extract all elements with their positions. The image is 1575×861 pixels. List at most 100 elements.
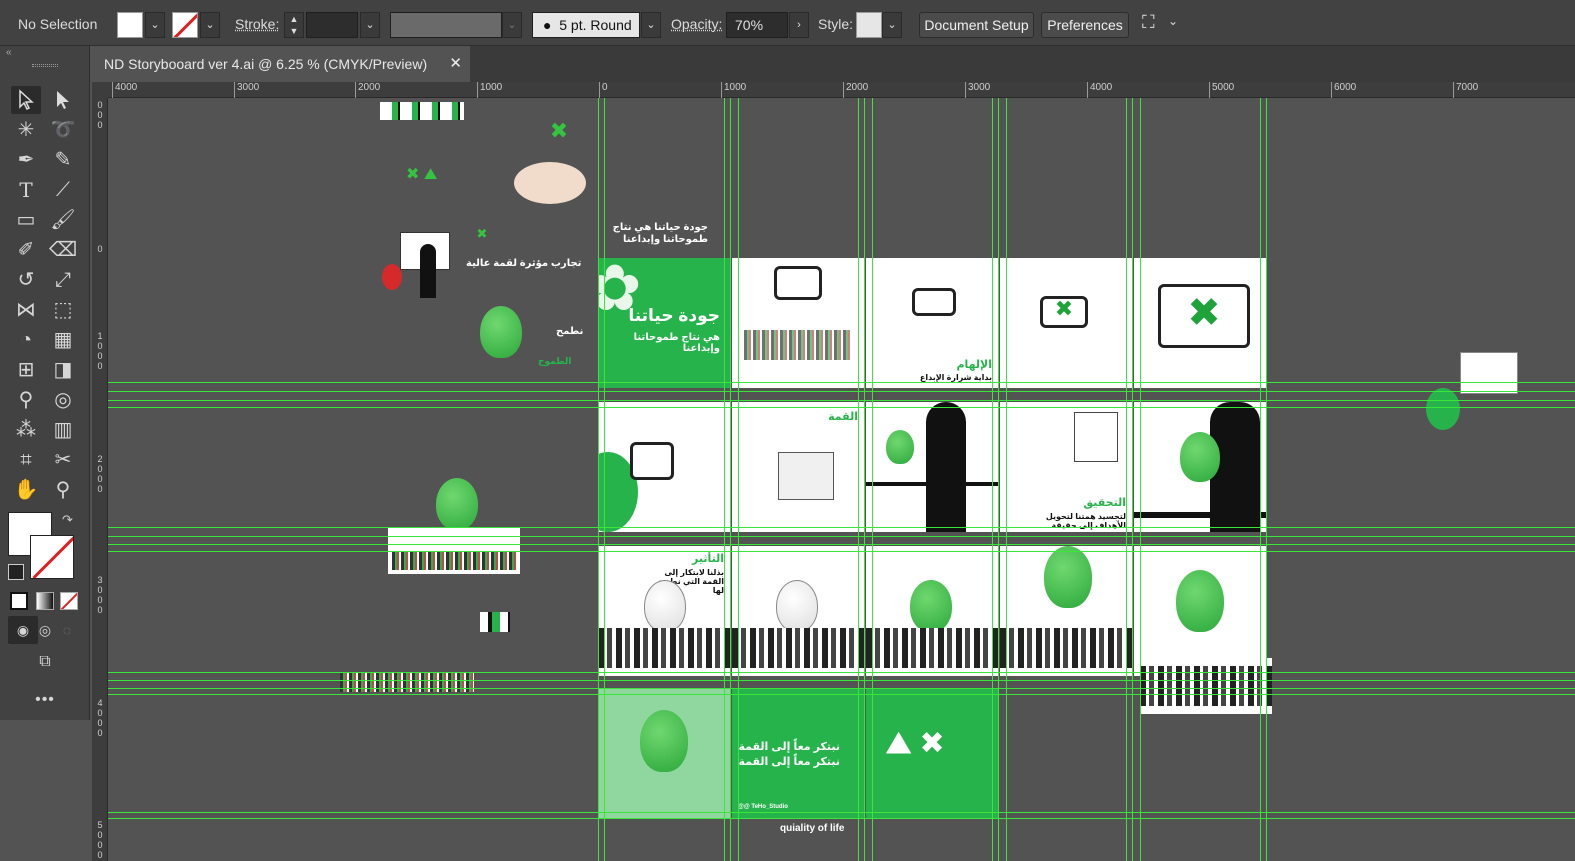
guide-vertical[interactable] [730, 98, 731, 861]
guide-horizontal[interactable] [108, 694, 1575, 695]
guide-vertical[interactable] [738, 98, 739, 861]
selection-tool-icon[interactable] [11, 86, 41, 114]
fill-dropdown-chevron-icon[interactable]: ⌄ [145, 12, 165, 38]
free-transform-tool-icon[interactable]: ⬚ [48, 296, 78, 324]
default-fill-stroke-icon[interactable] [8, 564, 24, 580]
guide-vertical[interactable] [992, 98, 993, 861]
stroke-weight-stepper[interactable]: ▲ ▼ [284, 12, 304, 38]
guide-vertical[interactable] [1140, 98, 1141, 861]
more-tools-icon[interactable]: ••• [30, 686, 60, 714]
opacity-label[interactable]: Opacity: [671, 16, 722, 32]
guide-horizontal[interactable] [108, 818, 1575, 819]
close-tab-icon[interactable]: ✕ [449, 46, 462, 82]
guide-vertical[interactable] [998, 98, 999, 861]
guide-vertical[interactable] [864, 98, 865, 861]
guide-vertical[interactable] [858, 98, 859, 861]
line-segment-tool-icon[interactable]: ⟋ [48, 176, 78, 204]
perspective-grid-tool-icon[interactable]: ▦ [48, 326, 78, 354]
guide-horizontal[interactable] [108, 544, 1575, 545]
stroke-weight-chevron-icon[interactable]: ⌄ [360, 12, 380, 38]
fill-swatch[interactable] [117, 12, 143, 38]
artboard-4[interactable]: ✖ [1000, 258, 1132, 388]
eraser-tool-icon[interactable]: ⌫ [48, 236, 78, 264]
stroke-dropdown-chevron-icon[interactable]: ⌄ [200, 12, 220, 38]
artboard-canvas[interactable]: ✿ جودة حياتنا هي نتاج طموحاتنا وإبداعنا … [108, 98, 1575, 861]
artboard-tool-icon[interactable]: ⌗ [11, 446, 41, 474]
stroke-swatch-none[interactable] [172, 12, 198, 38]
guide-vertical[interactable] [724, 98, 725, 861]
stroke-weight-input[interactable] [306, 12, 358, 38]
ruler-corner[interactable] [92, 82, 108, 98]
blend-tool-icon[interactable]: ◎ [48, 386, 78, 414]
opacity-input[interactable]: 70% [726, 12, 788, 38]
guide-horizontal[interactable] [108, 551, 1575, 552]
artboard-2[interactable] [732, 258, 864, 388]
artboard-15[interactable] [1134, 546, 1266, 676]
artboard-7[interactable]: القمة [732, 402, 864, 532]
type-tool-icon[interactable]: T [11, 176, 41, 204]
artboard-13[interactable] [866, 546, 998, 676]
magic-wand-tool-icon[interactable]: ✳ [11, 116, 41, 144]
rotate-tool-icon[interactable]: ↺ [11, 266, 41, 294]
artboard-14[interactable] [1000, 546, 1132, 676]
guide-horizontal[interactable] [108, 400, 1575, 401]
artboard-18[interactable]: ⛰ ✖ [866, 688, 998, 818]
pen-tool-icon[interactable]: ✒ [11, 146, 41, 174]
artboard-17[interactable]: نبتكر معاً إلى القمة نبتكر معاً إلى القم… [732, 688, 864, 818]
curvature-tool-icon[interactable]: ✎ [48, 146, 78, 174]
guide-horizontal[interactable] [108, 527, 1575, 528]
brush-definition[interactable]: ● 5 pt. Round [532, 12, 640, 38]
shape-builder-tool-icon[interactable]: ◔ [11, 326, 41, 354]
gradient-tool-icon[interactable]: ◨ [48, 356, 78, 384]
hand-tool-icon[interactable]: ✋ [11, 476, 41, 504]
draw-inside-icon[interactable]: ◌ [52, 616, 82, 644]
column-graph-tool-icon[interactable]: ▥ [48, 416, 78, 444]
symbol-sprayer-tool-icon[interactable]: ⁂ [11, 416, 41, 444]
artboard-3[interactable]: الإلهام بداية شرارة الإبداع [866, 258, 998, 388]
artboard-9[interactable]: التحقيق لتجسيد همتنا لتحويل الأهداف إلى … [1000, 402, 1132, 532]
eyedropper-tool-icon[interactable]: ⚲ [11, 386, 41, 414]
slice-tool-icon[interactable]: ✂ [48, 446, 78, 474]
guide-vertical[interactable] [1266, 98, 1267, 861]
artboard-10[interactable] [1134, 402, 1266, 532]
arrange-documents-icon[interactable]: ⛶ [1142, 12, 1155, 33]
rectangle-tool-icon[interactable]: ▭ [11, 206, 41, 234]
style-chevron-icon[interactable]: ⌄ [882, 12, 902, 38]
brush-chevron-icon[interactable]: ⌄ [641, 12, 661, 38]
guide-horizontal[interactable] [108, 407, 1575, 408]
guide-vertical[interactable] [872, 98, 873, 861]
preferences-button[interactable]: Preferences [1041, 12, 1129, 38]
guide-horizontal[interactable] [108, 672, 1575, 673]
panel-grip[interactable] [32, 64, 58, 67]
vertical-ruler[interactable]: 0 0 0 0 1 0 0 0 2 0 0 0 3 0 0 0 4 0 0 0 … [92, 98, 108, 861]
arrange-chevron-icon[interactable]: ⌄ [1168, 14, 1178, 28]
graphic-style-swatch[interactable] [856, 12, 882, 38]
guide-vertical[interactable] [1126, 98, 1127, 861]
document-setup-button[interactable]: Document Setup [919, 12, 1034, 38]
opacity-chevron-right-icon[interactable]: › [789, 12, 809, 38]
zoom-tool-icon[interactable]: ⚲ [48, 476, 78, 504]
collapse-panel-icon[interactable]: « [6, 47, 12, 58]
artboard-5[interactable]: ✖ [1134, 258, 1266, 388]
mesh-tool-icon[interactable]: ⊞ [11, 356, 41, 384]
none-mode-icon[interactable] [60, 592, 78, 610]
guide-vertical[interactable] [1260, 98, 1261, 861]
artboard-12[interactable] [732, 546, 864, 676]
guide-vertical[interactable] [1006, 98, 1007, 861]
artboard-title[interactable]: ✿ جودة حياتنا هي نتاج طموحاتنا وإبداعنا [598, 258, 730, 388]
artboard-16[interactable] [598, 688, 730, 818]
direct-selection-tool-icon[interactable] [48, 86, 78, 114]
swap-fill-stroke-icon[interactable]: ↷ [62, 512, 73, 528]
guide-horizontal[interactable] [108, 812, 1575, 813]
screen-mode-icon[interactable]: ⧉ [30, 648, 60, 676]
horizontal-ruler[interactable]: 4000 3000 2000 1000 0 1000 2000 3000 400… [108, 82, 1575, 98]
guide-vertical[interactable] [598, 98, 599, 861]
width-tool-icon[interactable]: ⋈ [11, 296, 41, 324]
variable-width-profile[interactable] [390, 12, 502, 38]
color-mode-icon[interactable] [10, 592, 28, 610]
artboard-11[interactable]: التأثير بذلنا لابتكار إلى القمة التي نطم… [598, 546, 730, 676]
artboard-6[interactable] [598, 402, 730, 532]
guide-vertical[interactable] [1132, 98, 1133, 861]
guide-horizontal[interactable] [108, 391, 1575, 392]
paintbrush-tool-icon[interactable]: 🖌 [48, 206, 78, 234]
